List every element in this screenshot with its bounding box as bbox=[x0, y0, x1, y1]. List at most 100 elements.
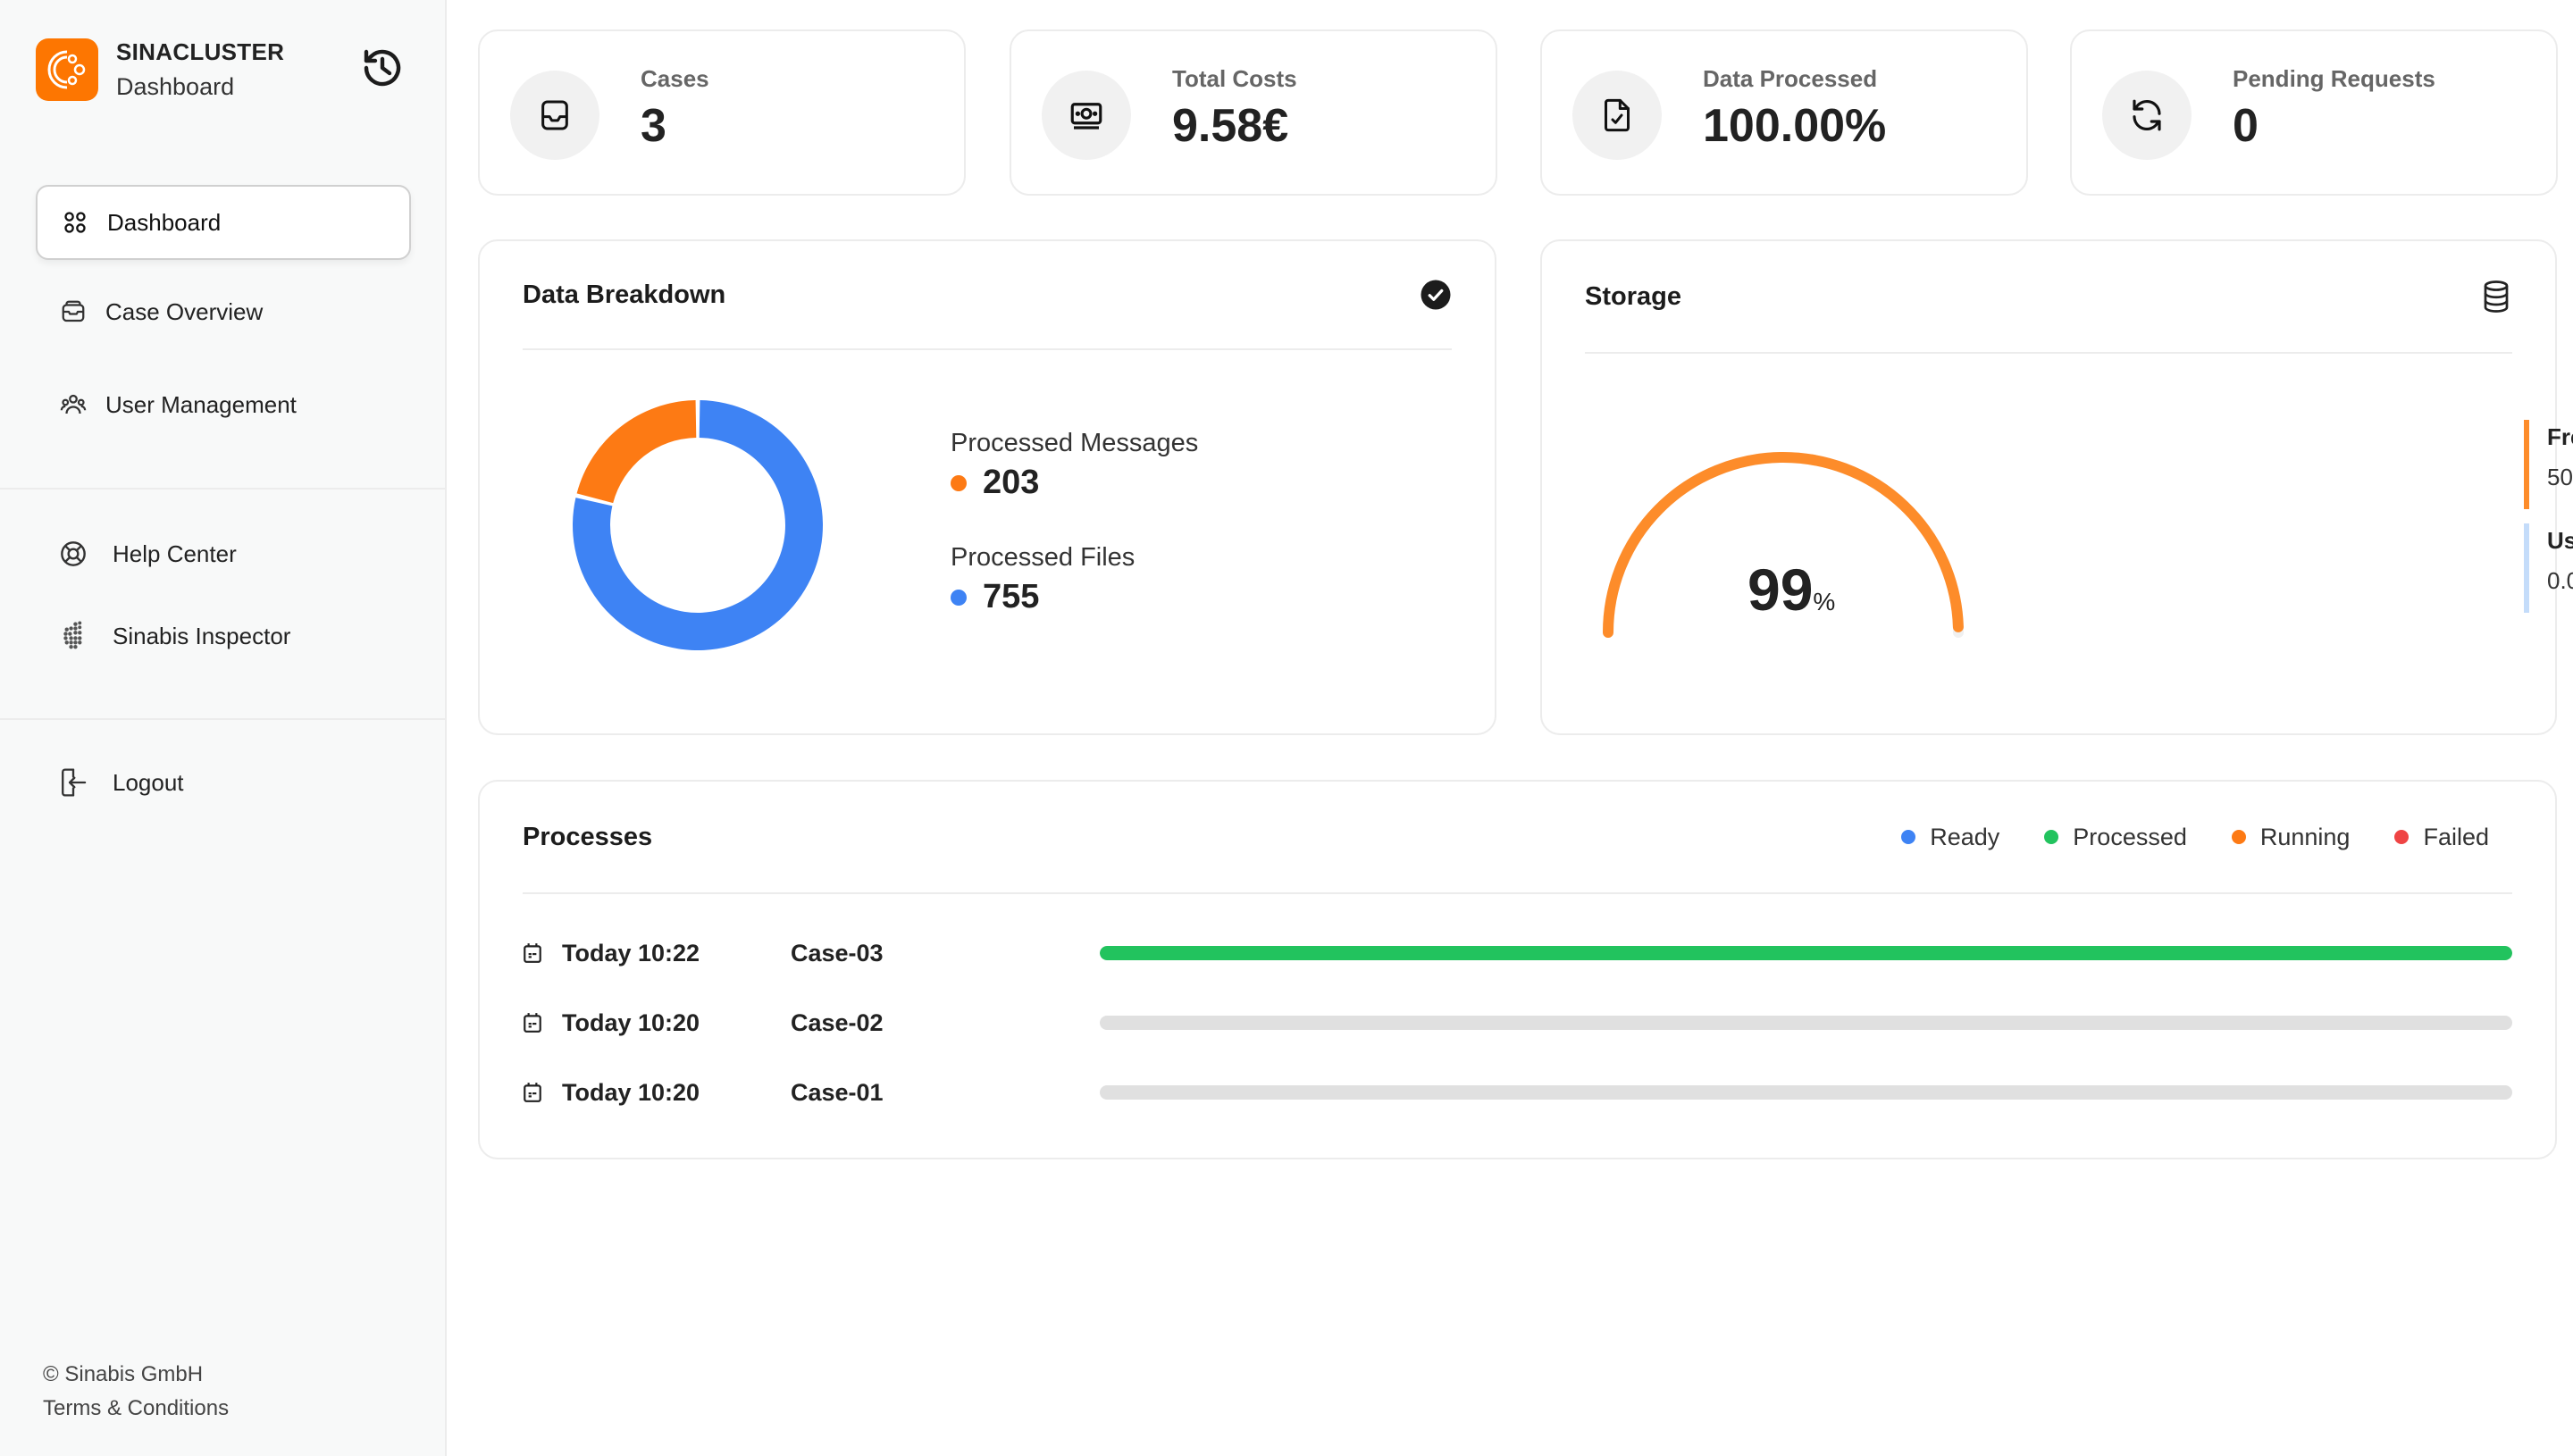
sidebar-footer: © Sinabis GmbH Terms & Conditions bbox=[43, 1358, 229, 1426]
stat-icon-wrap bbox=[1572, 71, 1662, 160]
process-time: Today 10:20 bbox=[562, 1008, 700, 1036]
legend-label: Ready bbox=[1930, 823, 2000, 850]
process-legend: Ready Processed Running Failed bbox=[1856, 824, 2489, 851]
sidebar-item-label: Case Overview bbox=[105, 297, 264, 325]
storage-used-space: Used Space 0.00 GB bbox=[2524, 523, 2573, 613]
stat-label: Pending Requests bbox=[2233, 65, 2435, 92]
legend-dot bbox=[2231, 830, 2246, 844]
calendar-icon bbox=[523, 1012, 544, 1033]
donut-slice-processed-messages bbox=[576, 400, 697, 504]
stat-label: Data Processed bbox=[1703, 65, 1878, 92]
logout-button[interactable]: Logout bbox=[36, 745, 411, 820]
storage-percent: 99% bbox=[1747, 556, 1835, 623]
card-header: Storage bbox=[1585, 241, 2512, 354]
sidebar-item-label: Help Center bbox=[113, 540, 237, 567]
sidebar-item-label: User Management bbox=[105, 390, 297, 418]
stat-icon-wrap bbox=[1042, 71, 1131, 160]
process-time: Today 10:20 bbox=[562, 1078, 700, 1106]
card-header: Data Breakdown bbox=[523, 241, 1452, 350]
sidebar-item-label: Dashboard bbox=[107, 208, 222, 236]
processes-card: Processes Ready Processed Running Failed… bbox=[478, 780, 2557, 1159]
calendar-icon bbox=[523, 942, 544, 964]
sinacluster-logo bbox=[36, 38, 98, 101]
legend-label: Processed Messages bbox=[951, 429, 1199, 457]
storage-label: Free Space bbox=[2547, 423, 2573, 450]
legend-item-processed: Processed bbox=[2044, 824, 2187, 851]
storage-free-space: Free Space 500.00 GB bbox=[2524, 420, 2573, 509]
sidebar-divider bbox=[0, 718, 445, 720]
refresh-icon bbox=[2133, 99, 2161, 131]
grid-icon bbox=[61, 208, 89, 237]
legend-dot bbox=[1901, 830, 1916, 844]
legend-dot bbox=[951, 589, 967, 606]
stat-card-data-processed: Data Processed 100.00% bbox=[1540, 29, 2028, 196]
inbox-stack-icon bbox=[59, 297, 88, 326]
donut-chart bbox=[573, 400, 823, 650]
storage-value: 500.00 GB bbox=[2547, 464, 2573, 490]
process-progress-bar bbox=[1100, 1016, 2512, 1030]
brand: SINACLUSTER Dashboard bbox=[36, 38, 284, 101]
data-breakdown-card: Data Breakdown Processed Messages 203 Pr… bbox=[478, 239, 1496, 735]
stat-card-total-costs: Total Costs 9.58€ bbox=[1010, 29, 1497, 196]
process-row[interactable]: Today 10:22 Case-03 bbox=[523, 935, 2512, 971]
app-title: SINACLUSTER bbox=[116, 38, 285, 65]
legend-item-failed: Failed bbox=[2394, 824, 2489, 851]
legend-dot bbox=[2044, 830, 2059, 844]
stat-icon-wrap bbox=[2102, 71, 2192, 160]
banknote-icon bbox=[1070, 103, 1102, 130]
legend-value: 755 bbox=[983, 578, 1040, 615]
calendar-icon bbox=[523, 1082, 544, 1103]
stat-label: Cases bbox=[641, 65, 709, 92]
sidebar-item-label: Sinabis Inspector bbox=[113, 622, 291, 649]
storage-label: Used Space bbox=[2547, 527, 2573, 554]
process-progress-bar bbox=[1100, 1085, 2512, 1100]
stat-value: 3 bbox=[641, 100, 666, 152]
process-case-link[interactable]: Case-01 bbox=[791, 1079, 1100, 1107]
terms-link[interactable]: Terms & Conditions bbox=[43, 1392, 229, 1426]
storage-value: 0.00 GB bbox=[2547, 567, 2573, 594]
history-button[interactable] bbox=[359, 45, 406, 91]
process-row[interactable]: Today 10:20 Case-01 bbox=[523, 1075, 2512, 1110]
legend-processed-files: Processed Files 755 bbox=[951, 543, 1135, 616]
legend-dot bbox=[951, 474, 967, 491]
sidebar: SINACLUSTER Dashboard Dashboard Case Ove… bbox=[0, 0, 447, 1456]
card-header: Processes Ready Processed Running Failed bbox=[523, 782, 2512, 894]
sidebar-item-user-management[interactable]: User Management bbox=[36, 367, 411, 442]
database-icon bbox=[2484, 280, 2509, 313]
card-title: Data Breakdown bbox=[523, 280, 726, 309]
stat-label: Total Costs bbox=[1172, 65, 1297, 92]
users-icon bbox=[59, 390, 88, 419]
sidebar-item-label: Logout bbox=[113, 768, 184, 796]
sidebar-item-sinabis-inspector[interactable]: Sinabis Inspector bbox=[36, 598, 411, 674]
legend-label: Processed bbox=[2073, 823, 2187, 850]
process-case-link[interactable]: Case-02 bbox=[791, 1009, 1100, 1037]
sidebar-item-dashboard[interactable]: Dashboard bbox=[36, 185, 411, 260]
card-title: Processes bbox=[523, 822, 653, 851]
legend-label: Processed Files bbox=[951, 543, 1136, 572]
inbox-icon bbox=[541, 100, 568, 130]
sidebar-item-help-center[interactable]: Help Center bbox=[36, 516, 411, 591]
process-case-link[interactable]: Case-03 bbox=[791, 940, 1100, 967]
legend-dot bbox=[2394, 830, 2410, 844]
stat-value: 0 bbox=[2233, 100, 2259, 152]
sidebar-divider bbox=[0, 488, 445, 490]
stat-card-pending-requests: Pending Requests 0 bbox=[2070, 29, 2558, 196]
legend-processed-messages: Processed Messages 203 bbox=[951, 429, 1198, 502]
stat-card-cases: Cases 3 bbox=[478, 29, 966, 196]
logout-icon bbox=[59, 768, 88, 797]
legend-item-ready: Ready bbox=[1901, 824, 1999, 851]
process-progress-fill bbox=[1100, 946, 2512, 960]
storage-gauge bbox=[1603, 452, 1964, 638]
check-circle-icon bbox=[1421, 280, 1451, 310]
process-progress-bar bbox=[1100, 946, 2512, 960]
history-icon bbox=[364, 49, 401, 87]
legend-value: 203 bbox=[983, 464, 1040, 501]
storage-percent-value: 99 bbox=[1747, 556, 1814, 623]
legend-item-running: Running bbox=[2231, 823, 2351, 851]
stat-icon-wrap bbox=[510, 71, 599, 160]
process-row[interactable]: Today 10:20 Case-02 bbox=[523, 1005, 2512, 1041]
legend-label: Running bbox=[2259, 823, 2351, 850]
stat-value: 100.00% bbox=[1703, 100, 1887, 152]
stat-value: 9.58€ bbox=[1172, 100, 1289, 152]
sidebar-item-case-overview[interactable]: Case Overview bbox=[36, 274, 411, 349]
